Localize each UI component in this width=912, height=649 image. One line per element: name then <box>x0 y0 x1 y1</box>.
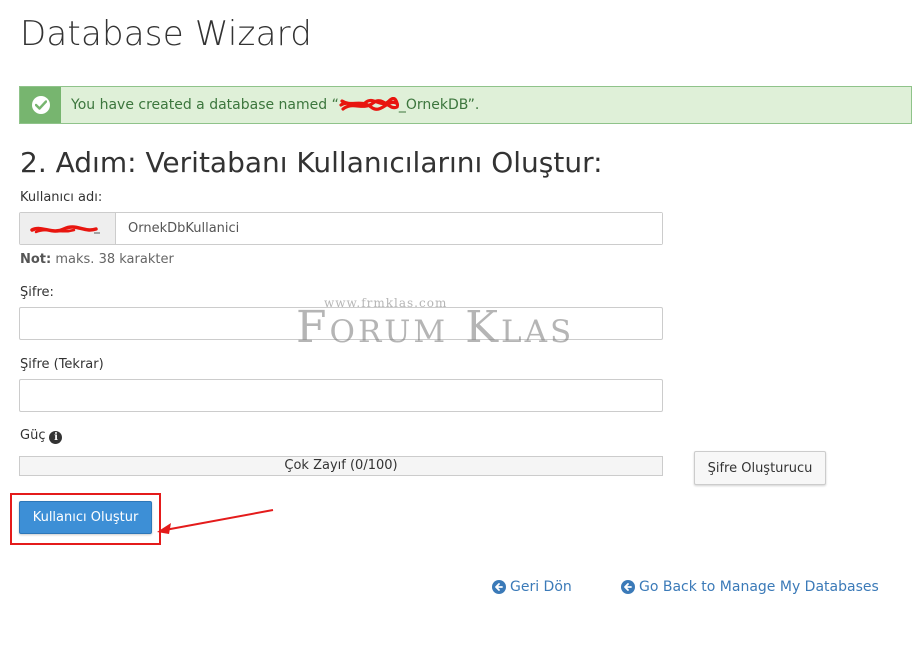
arrow-left-circle-icon <box>621 580 635 594</box>
alert-text-after: _OrnekDB”. <box>398 97 480 113</box>
step-title: 2. Adım: Veritabanı Kullanıcılarını Oluş… <box>20 146 603 179</box>
username-input-group <box>19 212 663 245</box>
username-prefix <box>20 213 116 244</box>
password-strength-meter: Çok Zayıf (0/100) <box>19 456 663 476</box>
strength-text: Çok Zayıf (0/100) <box>284 458 398 473</box>
note-bold: Not: <box>20 252 52 267</box>
password-generator-button[interactable]: Şifre Oluşturucu <box>694 451 826 485</box>
alert-message: You have created a database named “ _Orne… <box>71 97 479 113</box>
note-text: maks. 38 karakter <box>51 252 174 267</box>
strength-label-row: Güç i <box>20 428 63 444</box>
username-note: Not: maks. 38 karakter <box>20 252 174 267</box>
strength-label: Güç <box>20 428 46 443</box>
password-repeat-label: Şifre (Tekrar) <box>20 357 104 372</box>
back-link[interactable]: Geri Dön <box>492 579 572 595</box>
alert-icon-box <box>20 87 61 123</box>
redaction-scribble <box>339 97 399 111</box>
password-input[interactable] <box>19 307 663 340</box>
page-title: Database Wizard <box>20 14 312 54</box>
alert-text-before: You have created a database named “ <box>71 97 339 113</box>
create-user-button[interactable]: Kullanıcı Oluştur <box>19 501 152 534</box>
back-link-label: Geri Dön <box>510 579 572 595</box>
manage-databases-link[interactable]: Go Back to Manage My Databases <box>621 579 879 595</box>
username-label: Kullanıcı adı: <box>20 190 103 205</box>
success-alert: You have created a database named “ _Orne… <box>19 86 912 124</box>
arrow-left-circle-icon <box>492 580 506 594</box>
username-input[interactable] <box>116 213 662 244</box>
prefix-redaction-scribble <box>30 225 100 234</box>
annotation-arrow <box>157 509 274 534</box>
manage-link-label: Go Back to Manage My Databases <box>639 579 879 595</box>
password-label: Şifre: <box>20 285 54 300</box>
password-repeat-input[interactable] <box>19 379 663 412</box>
info-circle-icon[interactable]: i <box>49 431 63 444</box>
check-circle-icon <box>31 96 50 114</box>
